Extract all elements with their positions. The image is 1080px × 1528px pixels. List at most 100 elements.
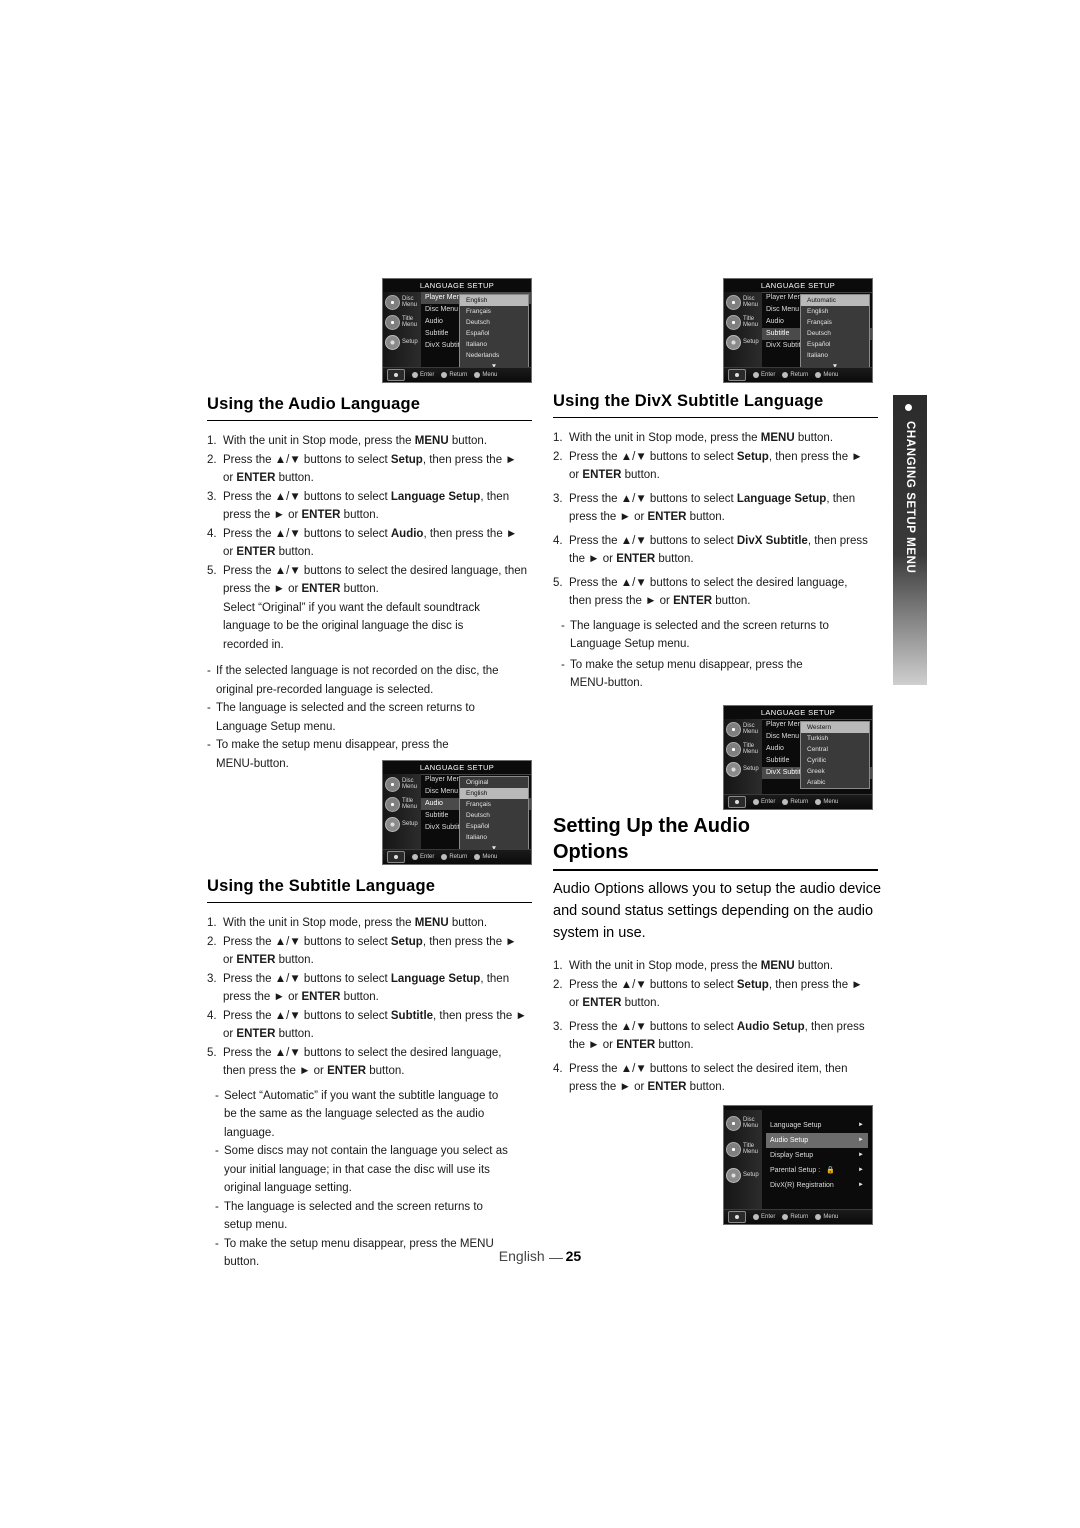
setup-row-language[interactable]: Language Setup ► [766, 1118, 868, 1133]
setup-icon[interactable]: Setup [383, 332, 421, 352]
step: 3. Press the ▲/▼ buttons to select Langua… [207, 972, 510, 985]
step: 2. Press the ▲/▼ buttons to select Setup,… [207, 453, 517, 466]
osd-language-list: Western Turkish Central Cyrillic Greek A… [800, 721, 870, 789]
step-cont: or ENTER button. [569, 469, 660, 481]
setup-icon[interactable]: Setup [724, 332, 762, 352]
title-menu-icon[interactable]: Title Menu [724, 1136, 762, 1162]
note: - To make the setup menu disappear, press… [561, 658, 803, 671]
chevron-right-icon: ► [858, 1137, 864, 1143]
osd-list-item[interactable]: Western [801, 722, 869, 733]
step: 5. Press the ▲/▼ buttons to select the de… [207, 1046, 502, 1059]
setup-row-divx-registration[interactable]: DivX(R) Registration ► [766, 1178, 868, 1193]
disc-menu-icon[interactable]: Disc Menu [724, 292, 762, 312]
disc-menu-icon[interactable]: Disc Menu [383, 774, 421, 794]
dpad-icon [728, 796, 746, 808]
osd-footer-bar: Enter Return Menu [724, 1209, 872, 1224]
disc-menu-icon[interactable]: Disc Menu [383, 292, 421, 312]
setup-row-display[interactable]: Display Setup ► [766, 1148, 868, 1163]
chapter-side-tab: CHANGING SETUP MENU [893, 395, 927, 685]
enter-hint: Enter [412, 372, 434, 378]
enter-hint: Enter [412, 854, 434, 860]
heading-audio-options: Setting Up the Audio Options [553, 813, 878, 871]
step-cont: the ► or ENTER button. [569, 553, 694, 565]
osd-list-item[interactable]: Automatic [801, 295, 869, 306]
lock-icon: 🔒 [826, 1167, 835, 1174]
osd-list-item[interactable]: English [460, 788, 528, 799]
osd-list-item[interactable]: Deutsch [460, 317, 528, 328]
osd-body: Disc Menu Title Menu Setup Language Setu… [724, 1110, 872, 1210]
audio-options-intro: Audio Options allows you to setup the au… [553, 881, 882, 941]
step: 4. Press the ▲/▼ buttons to select the de… [553, 1062, 848, 1075]
osd-list-item[interactable]: Español [460, 328, 528, 339]
note-cont: original language setting. [224, 1182, 352, 1194]
note-cont: language. [224, 1126, 275, 1139]
menu-hint: Menu [474, 854, 497, 860]
osd-list-item[interactable]: Français [460, 799, 528, 810]
step: 4. Press the ▲/▼ buttons to select DivX S… [553, 534, 868, 547]
osd-title: LANGUAGE SETUP [724, 279, 872, 293]
column-right-audio-options-steps: 1. With the unit in Stop mode, press the … [553, 958, 878, 1098]
osd-list-item[interactable]: English [801, 306, 869, 317]
step-cont: then press the ► or ENTER button. [223, 1065, 405, 1077]
osd-body: Disc Menu Title Menu Setup Player Menu D… [724, 292, 872, 373]
osd-menu: Player Menu Disc Menu Audio Subtitle Div… [421, 774, 531, 855]
step: 2. Press the ▲/▼ buttons to select Setup,… [553, 978, 863, 991]
steps-audio-options: 1. With the unit in Stop mode, press the … [553, 958, 878, 1097]
osd-list-item[interactable]: Central [801, 744, 869, 755]
setup-row-parental[interactable]: Parental Setup : 🔒 ► [766, 1163, 868, 1178]
return-hint: Return [782, 1214, 808, 1220]
osd-list-item[interactable]: Español [460, 821, 528, 832]
step-cont: press the ► or ENTER button. [569, 511, 725, 523]
osd-menu: Player Menu Disc Menu Audio Subtitle Div… [762, 719, 872, 795]
menu-hint: Menu [815, 799, 838, 805]
osd-footer-bar: Enter Return Menu [724, 794, 872, 809]
note: - The language is selected and the screen… [215, 1200, 483, 1213]
osd-screenshot-divx-subtitle: LANGUAGE SETUP Disc Menu Title Menu Setu… [723, 705, 873, 810]
osd-list-item[interactable]: Original [460, 777, 528, 788]
osd-list-item[interactable]: Greek [801, 766, 869, 777]
setup-icon[interactable]: Setup [724, 759, 762, 779]
steps-subtitle-language: 1. With the unit in Stop mode, press the … [207, 915, 532, 1272]
osd-setup-rows: Language Setup ► Audio Setup ► Display S… [766, 1118, 868, 1210]
title-menu-icon[interactable]: Title Menu [724, 739, 762, 759]
note-cont: Language Setup menu. [570, 638, 690, 650]
footer-rule [548, 1258, 563, 1259]
column-left-subtitle-language: Using the Subtitle Language 1. With the u… [207, 877, 532, 1273]
setup-icon[interactable]: Setup [383, 814, 421, 834]
disc-menu-icon[interactable]: Disc Menu [724, 719, 762, 739]
disc-menu-icon[interactable]: Disc Menu [724, 1110, 762, 1136]
note-cont: Language Setup menu. [216, 720, 336, 733]
osd-list-item[interactable]: Cyrillic [801, 755, 869, 766]
heading-divx-subtitle-language: Using the DivX Subtitle Language [553, 392, 878, 418]
osd-body: Disc Menu Title Menu Setup Player Menu D… [724, 719, 872, 795]
osd-list-item[interactable]: English [460, 295, 528, 306]
step-cont: press the ► or ENTER button. [223, 509, 379, 521]
osd-list-item[interactable]: Français [801, 317, 869, 328]
title-menu-icon[interactable]: Title Menu [724, 312, 762, 332]
osd-list-item[interactable]: Français [460, 306, 528, 317]
osd-list-item[interactable]: Italiano [801, 350, 869, 361]
note-cont: MENU-button. [570, 677, 643, 689]
osd-list-item[interactable]: Italiano [460, 832, 528, 843]
dpad-icon [728, 369, 746, 381]
step: 3. Press the ▲/▼ buttons to select Langua… [207, 490, 510, 503]
setup-row-audio[interactable]: Audio Setup ► [766, 1133, 868, 1148]
osd-list-item[interactable]: Deutsch [460, 810, 528, 821]
osd-list-item[interactable]: Italiano [460, 339, 528, 350]
chevron-right-icon: ► [858, 1152, 864, 1158]
step: 1. With the unit in Stop mode, press the … [207, 435, 488, 447]
step-cont: or ENTER button. [569, 997, 660, 1009]
osd-list-item[interactable]: Español [801, 339, 869, 350]
osd-list-item[interactable]: Arabic [801, 777, 869, 788]
note-cont: MENU-button. [216, 757, 289, 770]
chapter-side-tab-label: CHANGING SETUP MENU [904, 421, 916, 574]
osd-list-item[interactable]: Turkish [801, 733, 869, 744]
dpad-icon [387, 851, 405, 863]
title-menu-icon[interactable]: Title Menu [383, 794, 421, 814]
step: 1. With the unit in Stop mode, press the … [207, 917, 488, 929]
osd-list-item[interactable]: Deutsch [801, 328, 869, 339]
osd-list-item[interactable]: Nederlands [460, 350, 528, 361]
setup-icon[interactable]: Setup [724, 1162, 762, 1188]
title-menu-icon[interactable]: Title Menu [383, 312, 421, 332]
osd-language-list: Automatic English Français Deutsch Españ… [800, 294, 870, 373]
